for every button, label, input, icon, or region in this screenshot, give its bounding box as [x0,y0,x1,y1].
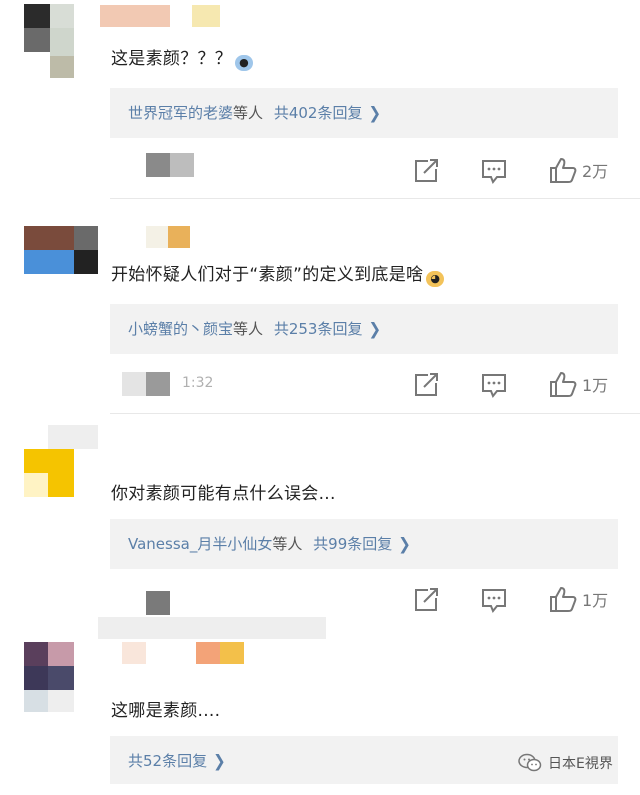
reply-users-suffix: 等人 [233,104,264,122]
emoji-icon: ◕ [426,271,445,287]
reply-count[interactable]: 共52条回复 [128,752,207,770]
avatar[interactable] [24,226,100,278]
avatar[interactable] [24,642,100,712]
comment-icon [482,374,506,398]
comment-item: 这是素颜？？？ ● 世界冠军的老婆等人 共402条回复 ❯ 2万 [0,0,640,200]
like-button[interactable]: 1万 [548,370,608,398]
divider [110,198,640,199]
watermark-text: 日本E視界 [548,756,613,772]
reply-users-suffix: 等人 [233,320,264,338]
comment-text: 你对素颜可能有点什么误会... [111,484,336,504]
reply-count[interactable]: 共99条回复 [313,535,392,553]
share-button[interactable] [412,158,440,188]
like-count: 1万 [582,591,609,610]
chevron-right-icon: ❯ [368,103,382,123]
wechat-logo-icon [518,753,542,772]
like-count: 2万 [582,162,609,181]
reply-summary[interactable]: 世界冠军的老婆等人 共402条回复 ❯ [110,88,618,138]
comment-item: 开始怀疑人们对于“素颜”的定义到底是啥 ◕ 小螃蟹的丶颜宝等人 共253条回复 ❯ … [0,200,640,415]
reply-summary[interactable]: Vanessa_月半小仙女等人 共99条回复 ❯ [110,519,618,569]
share-icon [415,588,438,611]
avatar[interactable] [24,425,100,497]
chevron-right-icon: ❯ [368,319,382,339]
chevron-right-icon: ❯ [398,534,411,554]
share-icon [415,159,438,182]
divider [110,413,640,414]
reply-summary[interactable]: 小螃蟹的丶颜宝等人 共253条回复 ❯ [110,304,618,354]
timestamp: 1:32 [182,375,214,391]
share-icon [415,373,438,396]
reply-users[interactable]: 世界冠军的老婆 [128,104,233,122]
share-button[interactable] [412,372,440,402]
watermark: 日本E視界 [518,752,613,774]
like-button[interactable]: 2万 [548,156,608,184]
comment-item: 你对素颜可能有点什么误会... Vanessa_月半小仙女等人 共99条回复 ❯ … [0,415,640,639]
emoji-icon: ● [235,55,254,71]
reply-users[interactable]: Vanessa_月半小仙女 [128,535,272,553]
reply-count[interactable]: 共402条回复 [274,104,363,122]
share-button[interactable] [412,587,440,617]
reply-users-suffix: 等人 [272,535,303,553]
thumbs-up-icon [550,158,577,183]
like-count: 1万 [582,376,609,395]
comment-button[interactable] [480,372,508,402]
reply-users[interactable]: 小螃蟹的丶颜宝 [128,320,233,338]
comment-text: 这哪是素颜.... [111,701,221,721]
thumbs-up-icon [550,372,577,397]
reply-count[interactable]: 共253条回复 [274,320,363,338]
like-button[interactable]: 1万 [548,585,608,613]
avatar[interactable] [24,4,100,78]
comment-text: 这是素颜？？？ ● [111,44,254,71]
comment-button[interactable] [480,587,508,617]
comment-icon [482,589,506,613]
chevron-right-icon: ❯ [213,751,226,771]
comment-text: 开始怀疑人们对于“素颜”的定义到底是啥 ◕ [111,260,445,287]
thumbs-up-icon [550,587,577,612]
comment-button[interactable] [480,158,508,188]
comment-icon [482,160,506,184]
